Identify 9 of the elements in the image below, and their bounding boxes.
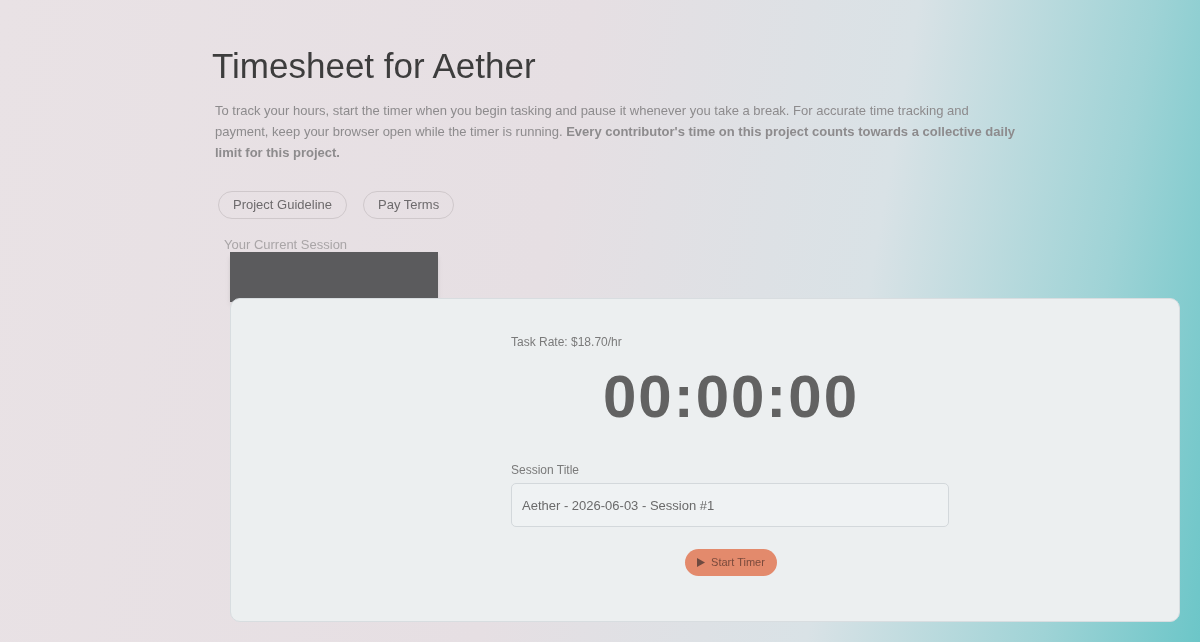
play-icon [697,558,706,567]
section-heading: Your Current Session [224,237,348,252]
task-rate: Task Rate: $18.70/hr [511,334,622,351]
timer-display: 00:00:00 [602,365,860,429]
start-timer-button[interactable]: Start Timer [685,549,777,576]
field-label: Session Title [511,462,580,479]
page-description: To track your hours, start the timer when you begin tasking and pause it whenever you take a break. For accurate time tracking and payment, keep your browser open while the timer is running. Every contributor's time on this project counts towards a collective daily limit for this project. [215,102,1015,162]
session-title-input[interactable]: Aether - 2026-06-03 - Session #1 [511,483,949,527]
page-title: Timesheet for Aether [212,45,536,87]
